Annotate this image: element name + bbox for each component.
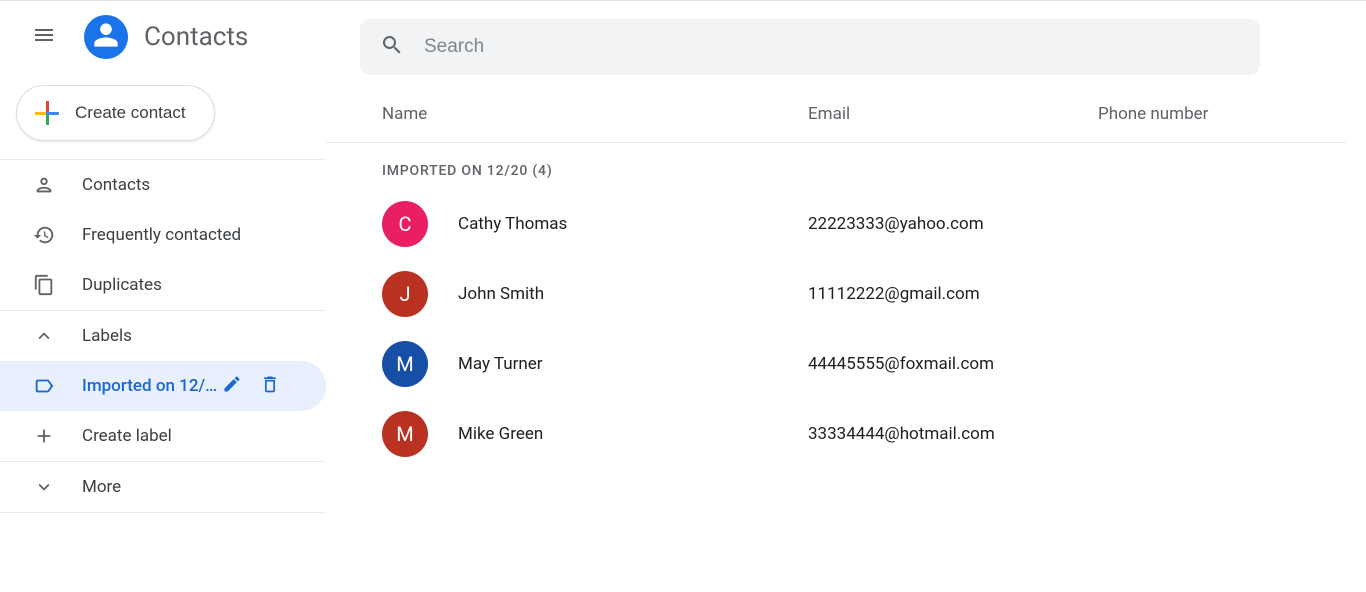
nav-create-label[interactable]: Create label (0, 411, 326, 461)
nav-labels-header[interactable]: Labels (0, 311, 326, 361)
create-button-container: Create contact (0, 73, 326, 159)
col-header-email: Email (808, 104, 1098, 124)
contact-name: Cathy Thomas (458, 214, 808, 234)
main-content: Name Email Phone number IMPORTED ON 12/2… (326, 1, 1366, 592)
create-contact-label: Create contact (75, 103, 186, 123)
avatar: C (382, 201, 428, 247)
contact-name: May Turner (458, 354, 808, 374)
plus-icon (35, 101, 59, 125)
contact-row[interactable]: C Cathy Thomas 22223333@yahoo.com (326, 189, 1346, 259)
hamburger-icon (32, 23, 56, 51)
history-icon (32, 223, 56, 247)
trash-icon (260, 374, 280, 394)
contact-email: 22223333@yahoo.com (808, 214, 1098, 234)
duplicates-icon (32, 273, 56, 297)
nav-more-label: More (82, 477, 326, 497)
chevron-up-icon (32, 324, 56, 348)
search-bar[interactable] (360, 19, 1260, 75)
nav-duplicates-label: Duplicates (82, 275, 326, 295)
nav-label-imported[interactable]: Imported on 12/20 (0, 361, 326, 411)
edit-label-button[interactable] (222, 374, 242, 399)
contact-row[interactable]: J John Smith 11112222@gmail.com (326, 259, 1346, 329)
nav-frequently[interactable]: Frequently contacted (0, 210, 326, 260)
search-icon (380, 33, 404, 61)
delete-label-button[interactable] (260, 374, 280, 399)
search-input[interactable] (424, 36, 1260, 58)
avatar: M (382, 411, 428, 457)
nav-labels-header-label: Labels (82, 326, 326, 346)
nav-contacts[interactable]: Contacts (0, 160, 326, 210)
contact-name: Mike Green (458, 424, 808, 444)
divider (0, 512, 326, 513)
avatar: M (382, 341, 428, 387)
nav-duplicates[interactable]: Duplicates (0, 260, 326, 310)
contact-email: 11112222@gmail.com (808, 284, 1098, 304)
pencil-icon (222, 374, 242, 394)
contact-name: John Smith (458, 284, 808, 304)
nav-create-label-label: Create label (82, 426, 326, 446)
col-header-phone: Phone number (1098, 104, 1208, 124)
app-logo (84, 15, 128, 59)
search-container (326, 1, 1346, 75)
sidebar: Contacts Create contact Contacts Frequen… (0, 1, 326, 592)
main-menu-button[interactable] (20, 13, 68, 61)
nav-contacts-label: Contacts (82, 175, 326, 195)
column-headers: Name Email Phone number (326, 85, 1346, 143)
contact-row[interactable]: M Mike Green 33334444@hotmail.com (326, 399, 1346, 469)
label-icon (32, 374, 56, 398)
person-icon (92, 21, 120, 53)
contact-row[interactable]: M May Turner 44445555@foxmail.com (326, 329, 1346, 399)
col-header-name: Name (382, 104, 808, 124)
contact-email: 33334444@hotmail.com (808, 424, 1098, 444)
avatar: J (382, 271, 428, 317)
chevron-down-icon (32, 475, 56, 499)
nav-frequently-label: Frequently contacted (82, 225, 326, 245)
person-outline-icon (32, 173, 56, 197)
sidebar-header: Contacts (0, 1, 326, 73)
create-contact-button[interactable]: Create contact (16, 85, 215, 141)
label-actions (222, 374, 302, 399)
app-title: Contacts (144, 22, 248, 52)
nav-label-imported-label: Imported on 12/20 (82, 376, 222, 396)
nav-more[interactable]: More (0, 462, 326, 512)
contact-email: 44445555@foxmail.com (808, 354, 1098, 374)
section-header: IMPORTED ON 12/20 (4) (326, 143, 1346, 189)
plus-outline-icon (32, 424, 56, 448)
